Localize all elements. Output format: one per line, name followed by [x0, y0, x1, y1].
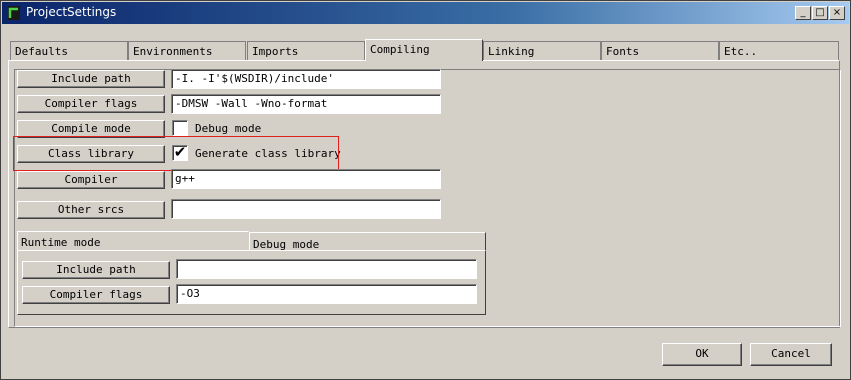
minimize-button[interactable]: _	[795, 6, 811, 20]
checkmark-icon: ✔	[173, 143, 187, 161]
cancel-button[interactable]: Cancel	[750, 343, 832, 366]
tab-linking[interactable]: Linking	[483, 41, 601, 61]
tab-etc[interactable]: Etc..	[719, 41, 839, 61]
title-bar[interactable]: ProjectSettings _ □ ×	[2, 2, 849, 24]
compile-mode-button[interactable]: Compile mode	[17, 120, 165, 138]
runtime-include-path-field[interactable]	[176, 259, 477, 279]
tab-fonts[interactable]: Fonts	[601, 41, 719, 61]
generate-class-library-checkbox[interactable]: ✔	[172, 143, 188, 161]
debug-mode-label: Debug mode	[195, 122, 262, 135]
runtime-include-path-button[interactable]: Include path	[22, 261, 170, 279]
project-settings-window: ProjectSettings _ □ × Defaults Environme…	[0, 0, 851, 380]
runtime-compiler-flags-field[interactable]: -O3	[176, 284, 477, 304]
generate-class-library-label: Generate class library	[195, 147, 341, 160]
include-path-button[interactable]: Include path	[17, 70, 165, 88]
other-srcs-button[interactable]: Other srcs	[17, 201, 165, 219]
close-button[interactable]: ×	[829, 6, 845, 20]
debug-mode-checkbox[interactable]	[172, 120, 188, 136]
project-app-icon	[8, 6, 20, 20]
minimize-icon: _	[800, 7, 806, 18]
runtime-compiler-flags-button[interactable]: Compiler flags	[22, 286, 170, 304]
runtime-mode-label: Runtime mode	[21, 236, 101, 249]
tab-runtime-mode[interactable]: Runtime mode	[17, 231, 249, 251]
tab-environments[interactable]: Environments	[128, 41, 246, 61]
compiler-button[interactable]: Compiler	[17, 171, 165, 189]
maximize-icon: □	[815, 7, 825, 18]
compiler-flags-button[interactable]: Compiler flags	[17, 95, 165, 113]
window-title: ProjectSettings	[26, 5, 117, 19]
tab-debug-mode[interactable]: Debug mode	[249, 232, 486, 251]
close-icon: ×	[832, 7, 842, 18]
other-srcs-field[interactable]	[171, 199, 441, 219]
compiler-field[interactable]: g++	[171, 169, 441, 189]
tab-imports[interactable]: Imports	[247, 41, 365, 61]
tab-defaults[interactable]: Defaults	[10, 41, 128, 61]
compiler-flags-field[interactable]: -DMSW -Wall -Wno-format	[171, 94, 441, 114]
class-library-button[interactable]: Class library	[17, 145, 165, 163]
include-path-field[interactable]: -I. -I'$(WSDIR)/include'	[171, 69, 441, 89]
maximize-button[interactable]: □	[812, 6, 828, 20]
ok-button[interactable]: OK	[662, 343, 742, 366]
tab-compiling[interactable]: Compiling	[365, 39, 483, 61]
